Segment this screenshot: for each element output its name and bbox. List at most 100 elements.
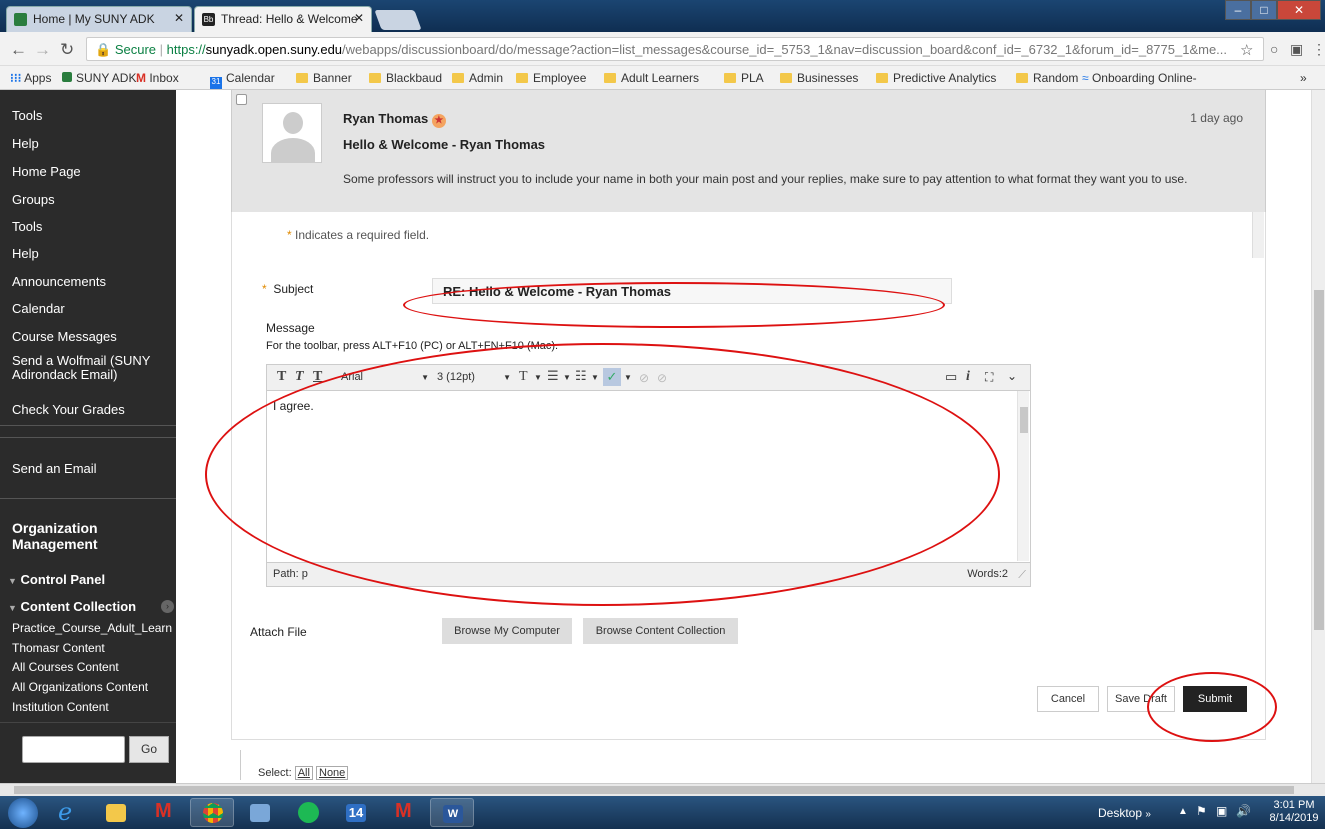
bookmark-businesses[interactable]: Businesses <box>780 71 858 85</box>
folder-icon <box>296 73 308 83</box>
network-icon[interactable]: ▣ <box>1216 804 1227 818</box>
bookmark-onboarding[interactable]: ≈ Onboarding Online- <box>1082 71 1197 85</box>
volume-icon[interactable]: 🔊 <box>1236 804 1251 818</box>
start-button-icon[interactable] <box>8 798 38 828</box>
bookmark-pla[interactable]: PLA <box>724 71 764 85</box>
form-scrollbar[interactable] <box>1252 212 1264 258</box>
sidebar-item-announcements[interactable]: Announcements <box>12 274 106 289</box>
gmail-2-taskbar-icon[interactable]: M <box>382 798 426 827</box>
spotify-glyph <box>298 802 319 823</box>
minimize-button[interactable]: – <box>1225 0 1251 20</box>
collection-options-icon[interactable]: › <box>161 600 174 613</box>
sidebar-item-course-messages[interactable]: Course Messages <box>12 329 117 344</box>
menu-icon[interactable]: ⋮ <box>1312 41 1325 58</box>
extension-icon[interactable]: ○ <box>1270 41 1278 57</box>
bookmark-calendar[interactable]: 31 Calendar <box>210 71 275 89</box>
word-count: Words:2 <box>967 568 1008 580</box>
url-field[interactable]: 🔒 Secure | https://sunyadk.open.suny.edu… <box>86 37 1264 61</box>
info-icon[interactable]: i <box>966 369 970 385</box>
fullscreen-icon[interactable]: ⛶ <box>985 370 993 385</box>
original-post: Ryan Thomas ★ Hello & Welcome - Ryan Tho… <box>231 90 1266 212</box>
collection-item-institution[interactable]: Institution Content <box>12 700 172 714</box>
calendar-taskbar-icon[interactable]: 14 <box>334 798 378 827</box>
new-tab-button[interactable] <box>374 10 422 30</box>
editor-scroll-thumb[interactable] <box>1020 407 1028 433</box>
cancel-button[interactable]: Cancel <box>1037 686 1099 712</box>
maximize-button[interactable]: □ <box>1251 0 1277 20</box>
action-center-flag-icon[interactable]: ⚑ <box>1196 804 1207 818</box>
back-icon[interactable]: ← <box>10 40 27 60</box>
sidebar-search-input[interactable] <box>22 736 125 763</box>
gmail-taskbar-icon[interactable]: M <box>142 798 186 827</box>
editor-scrollbar[interactable] <box>1017 391 1029 561</box>
post-author[interactable]: Ryan Thomas ★ <box>343 111 446 128</box>
select-all-link[interactable]: All <box>294 766 313 780</box>
presentation-app-icon[interactable] <box>238 798 282 827</box>
bold-text-icon[interactable]: T <box>277 369 286 385</box>
resize-handle-icon[interactable]: ⟋ <box>1018 569 1026 582</box>
spotify-taskbar-icon[interactable] <box>286 798 330 827</box>
expand-arrow-icon: ▼ <box>8 603 17 613</box>
post-select-checkbox[interactable] <box>236 94 247 105</box>
chrome-taskbar-icon[interactable] <box>190 798 234 827</box>
collection-item-thomasr[interactable]: Thomasr Content <box>12 641 172 655</box>
page-scroll-thumb[interactable] <box>1314 290 1324 630</box>
sidebar-item-calendar[interactable]: Calendar <box>12 301 65 316</box>
sidebar-item-tools-2[interactable]: Tools <box>12 219 42 234</box>
bookmarks-more[interactable]: » <box>1300 71 1307 85</box>
control-panel-heading[interactable]: ▼ Control Panel <box>8 572 105 587</box>
explorer-glyph <box>106 804 126 822</box>
bookmark-predictive-analytics[interactable]: Predictive Analytics <box>876 71 996 85</box>
bookmark-suny-adk[interactable]: SUNY ADK <box>62 71 136 85</box>
file-explorer-icon[interactable] <box>94 798 138 827</box>
bookmark-star-icon[interactable]: ☆ <box>1240 41 1253 59</box>
bookmark-blackbaud[interactable]: Blackbaud <box>369 71 442 85</box>
folder-icon <box>516 73 528 83</box>
sidebar-item-home-page[interactable]: Home Page <box>12 164 81 179</box>
sidebar-item-check-grades[interactable]: Check Your Grades <box>12 402 125 417</box>
bookmark-apps[interactable]: ⁝⁝⁝ Apps <box>10 71 51 85</box>
forward-icon[interactable]: → <box>34 40 51 60</box>
browse-computer-button[interactable]: Browse My Computer <box>442 618 572 644</box>
collection-item-all-organizations[interactable]: All Organizations Content <box>12 680 172 694</box>
bookmark-admin[interactable]: Admin <box>452 71 503 85</box>
go-button[interactable]: Go <box>129 736 169 763</box>
bookmark-random[interactable]: Random <box>1016 71 1078 85</box>
collection-item-practice-course[interactable]: Practice_Course_Adult_Learn <box>12 621 172 635</box>
sidebar-item-tools[interactable]: Tools <box>12 108 42 123</box>
content-collection-heading[interactable]: ▼ Content Collection <box>8 599 136 614</box>
close-window-button[interactable]: ✕ <box>1277 0 1321 20</box>
page-horizontal-scrollbar[interactable] <box>0 783 1325 796</box>
bookmark-employee[interactable]: Employee <box>516 71 586 85</box>
select-none-link[interactable]: None <box>316 766 349 780</box>
browse-content-collection-button[interactable]: Browse Content Collection <box>583 618 738 644</box>
sidebar-item-wolfmail[interactable]: Send a Wolfmail (SUNY Adirondack Email) <box>12 354 162 382</box>
internet-explorer-icon[interactable]: e <box>46 798 90 827</box>
close-tab-icon[interactable]: ✕ <box>174 11 184 25</box>
tab-label: Thread: Hello & Welcome <box>221 12 358 26</box>
close-tab-icon[interactable]: ✕ <box>354 11 364 25</box>
system-clock[interactable]: 3:01 PM 8/14/2019 <box>1268 799 1320 825</box>
show-hidden-icons-icon[interactable]: ▲ <box>1178 806 1188 817</box>
sidebar-item-send-email[interactable]: Send an Email <box>12 461 97 476</box>
sidebar-item-groups[interactable]: Groups <box>12 192 55 207</box>
word-taskbar-icon[interactable]: W <box>430 798 474 827</box>
reload-icon[interactable]: ↻ <box>60 40 74 60</box>
tab-thread[interactable]: Bb Thread: Hello & Welcome ✕ <box>194 6 372 32</box>
bookmark-adult-learners[interactable]: Adult Learners <box>604 71 699 85</box>
sidebar-item-help-2[interactable]: Help <box>12 246 39 261</box>
desktop-toolbar[interactable]: Desktop » <box>1098 806 1151 820</box>
folder-icon <box>724 73 736 83</box>
italic-text-icon[interactable]: T <box>295 369 304 385</box>
page-hscroll-thumb[interactable] <box>14 786 1294 794</box>
sidebar-item-help[interactable]: Help <box>12 136 39 151</box>
collection-item-all-courses[interactable]: All Courses Content <box>12 660 172 674</box>
page-vertical-scrollbar[interactable] <box>1311 90 1325 783</box>
expand-toolbar-icon[interactable]: ⌄ <box>1007 369 1017 383</box>
bookmark-inbox[interactable]: M Inbox <box>136 71 179 85</box>
preview-icon[interactable]: ▭ <box>945 369 957 385</box>
bookmark-banner[interactable]: Banner <box>296 71 352 85</box>
tab-home-suny-adk[interactable]: Home | My SUNY ADK ✕ <box>6 6 192 32</box>
expand-arrow-icon: ▼ <box>8 576 17 586</box>
extension-2-icon[interactable]: ▣ <box>1290 41 1303 58</box>
